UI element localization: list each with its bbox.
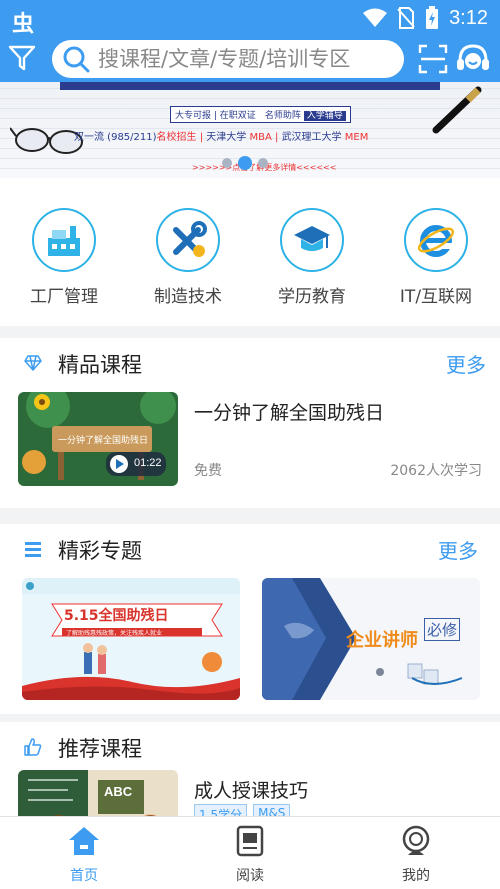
course-learners: 2062人次学习 (390, 463, 482, 479)
clock: 3:12 (449, 6, 488, 29)
section-header: 精品课程 更多 (0, 338, 500, 388)
filter-icon[interactable] (8, 44, 36, 72)
carousel-dot-active[interactable] (238, 156, 252, 170)
topic-card-corporate-trainer[interactable]: 企业讲师 必修 (262, 578, 480, 700)
category-label: 工厂管理 (30, 287, 98, 307)
wifi-icon (363, 8, 388, 27)
course-card[interactable]: ABC 成人授课技巧 1.5学分 M&S (18, 770, 482, 816)
video-duration: 01:22 (134, 457, 162, 469)
course-thumbnail[interactable]: 一分钟了解全国助残日 01:22 (18, 392, 178, 486)
promo-banner[interactable]: 大专可报 | 在职双证 名师助阵 入学辅导 双一流 (985/211)名校招生 … (0, 82, 500, 178)
internet-explorer-icon (417, 225, 455, 257)
category-factory-management[interactable]: 工厂管理 (14, 208, 114, 307)
section-header: 精彩专题 更多 (0, 524, 500, 574)
category-grid: 工厂管理 制造技术 学历教育 IT/互联网 (0, 178, 500, 326)
course-tags: 1.5学分 M&S (194, 804, 291, 816)
course-thumbnail[interactable]: ABC (18, 770, 178, 816)
course-title: 一分钟了解全国助残日 (194, 402, 385, 424)
topic-stamp: 必修 (424, 618, 461, 641)
reading-icon (236, 825, 264, 857)
topic-subline: 了解助残惠残政策，关注残疾人就业 (66, 630, 163, 637)
premium-more-link[interactable]: 更多 (446, 349, 486, 378)
nav-profile[interactable]: 我的 (366, 825, 466, 885)
course-thumbnail-title: 一分钟了解全国助残日 (58, 436, 149, 446)
topic-card-disability-day[interactable]: 5.15全国助残日 了解助残惠残政策，关注残疾人就业 (22, 578, 240, 700)
course-tag: 1.5学分 (194, 804, 248, 816)
nav-home[interactable]: 首页 (34, 825, 134, 885)
category-academic-education[interactable]: 学历教育 (262, 208, 362, 307)
diamond-icon (24, 355, 42, 371)
search-input[interactable] (98, 47, 388, 71)
banner-tagline: 大专可报 | 在职双证 名师助阵 入学辅导 (170, 106, 351, 123)
premium-courses-section: 精品课程 更多 一分钟了解全国助残日 01:22 一分钟了解全国助残日 免费 2… (0, 338, 500, 508)
course-tag: M&S (253, 804, 291, 816)
section-title: 精彩专题 (58, 539, 142, 563)
pen-illustration (432, 86, 482, 134)
course-thumbnail-text: ABC (104, 784, 133, 799)
section-title: 精品课程 (58, 353, 142, 377)
no-sim-icon (397, 7, 415, 29)
list-stack-icon (25, 542, 41, 557)
course-card[interactable]: 一分钟了解全国助残日 01:22 一分钟了解全国助残日 免费 2062人次学习 (18, 392, 482, 486)
search-icon (63, 46, 90, 73)
topic-headline: 企业讲师 (346, 630, 418, 651)
category-label: IT/互联网 (399, 287, 473, 307)
top-bar (0, 36, 500, 82)
category-it-internet[interactable]: IT/互联网 (386, 208, 486, 307)
graduation-cap-icon (294, 226, 330, 251)
tools-icon (173, 221, 207, 257)
factory-icon (48, 226, 80, 256)
bottom-nav: 首页 阅读 我的 (0, 816, 500, 889)
thumbs-up-icon (24, 738, 42, 756)
battery-charging-icon (426, 6, 439, 29)
category-manufacturing-tech[interactable]: 制造技术 (138, 208, 238, 307)
category-label: 制造技术 (154, 287, 222, 307)
topic-headline: 5.15全国助残日 (64, 608, 169, 624)
course-price: 免费 (194, 463, 222, 479)
section-title: 推荐课程 (58, 737, 142, 761)
profile-icon (402, 825, 430, 855)
category-label: 学历教育 (278, 287, 346, 307)
course-thumbnail-art (18, 770, 178, 816)
nav-label: 首页 (70, 868, 98, 884)
nav-label: 我的 (402, 868, 430, 884)
featured-topics-section: 精彩专题 更多 5.15全国助残日 了解助残惠残政策，关注残疾人就业 企业讲师 … (0, 524, 500, 714)
carousel-dot[interactable] (258, 158, 268, 168)
customer-service-icon[interactable] (455, 41, 491, 77)
search-bar[interactable] (52, 40, 404, 78)
section-header: 推荐课程 (0, 722, 500, 772)
topic-banner-art (22, 578, 240, 700)
banner-universities: 双一流 (985/211)名校招生 | 天津大学 MBA | 武汉理工大学 ME… (74, 132, 369, 143)
course-title: 成人授课技巧 (194, 780, 309, 802)
banner-title-strip (60, 82, 440, 90)
carousel-indicator (222, 156, 268, 170)
scan-icon[interactable] (418, 44, 448, 74)
app-notification-icon: 虫 (12, 12, 35, 37)
topics-more-link[interactable]: 更多 (438, 535, 478, 564)
carousel-dot[interactable] (222, 158, 232, 168)
nav-label: 阅读 (236, 868, 264, 884)
home-icon (69, 827, 99, 855)
nav-reading[interactable]: 阅读 (200, 825, 300, 885)
recommended-section: 推荐课程 ABC 成人授课技巧 1.5学分 M&S (0, 722, 500, 816)
status-bar: 虫 3:12 (0, 0, 500, 37)
